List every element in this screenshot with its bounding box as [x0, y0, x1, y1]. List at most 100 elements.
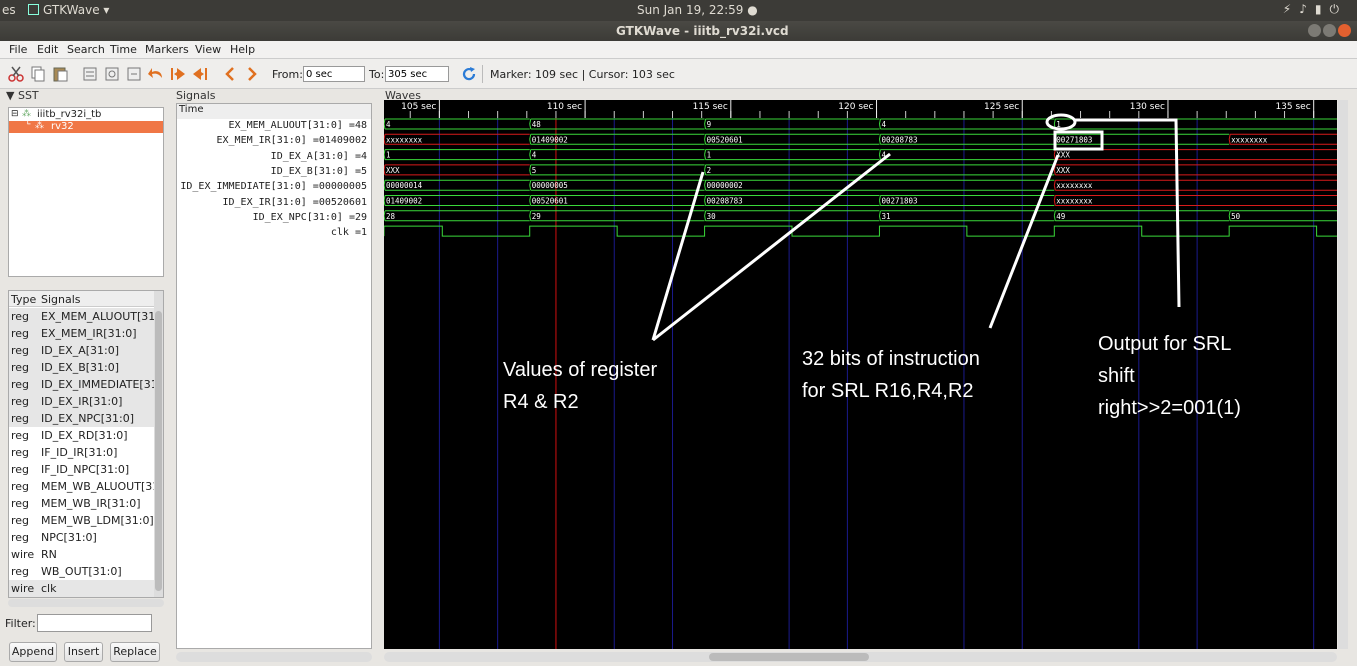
clock[interactable]: Sun Jan 19, 22:59 ●	[637, 3, 758, 17]
signal-list-row[interactable]: wire clk	[9, 580, 155, 597]
sst-header[interactable]: ▼ SST	[6, 89, 39, 102]
signal-list[interactable]: Type Signals reg EX_MEM_ALUOUT[31:0 reg EX_…	[8, 290, 164, 598]
system-tray[interactable]: ⚡♪▮⏻	[1283, 2, 1347, 17]
signal-list-row[interactable]: reg ID_EX_RD[31:0]	[9, 427, 155, 444]
signal-list-row[interactable]: reg EX_MEM_IR[31:0]	[9, 325, 155, 342]
chevron-left-icon[interactable]	[222, 66, 238, 82]
signal-value-row[interactable]: ID_EX_A[31:0] =4	[177, 151, 371, 166]
signal-list-row[interactable]: reg MEM_WB_LDM[31:0]	[9, 512, 155, 529]
time-row: Time	[177, 104, 371, 119]
jump-end-icon[interactable]	[192, 66, 208, 82]
signal-list-row[interactable]: reg WB_OUT[31:0]	[9, 563, 155, 580]
wave-segment	[704, 210, 880, 222]
signal-list-row[interactable]: wire RN	[9, 546, 155, 563]
replace-button[interactable]: Replace	[110, 642, 160, 662]
to-input[interactable]	[385, 66, 449, 82]
paste-icon[interactable]	[52, 66, 68, 82]
menu-help[interactable]: Help	[230, 43, 255, 56]
from-input[interactable]	[303, 66, 365, 82]
signal-list-row[interactable]: reg ID_EX_NPC[31:0]	[9, 410, 155, 427]
menu-search[interactable]: Search	[67, 43, 105, 56]
signal-list-row[interactable]: reg ID_EX_IR[31:0]	[9, 393, 155, 410]
chevron-right-icon[interactable]	[244, 66, 260, 82]
wave-value: xxxxxxxx	[1231, 135, 1268, 144]
to-label: To:	[369, 68, 385, 81]
sst-tree-item[interactable]: ⊟ ⁂ iiitb_rv32i_tb	[9, 109, 163, 121]
minimize-button[interactable]	[1308, 24, 1321, 37]
reload-icon[interactable]	[461, 66, 477, 82]
col-signals-header[interactable]: Signals	[41, 293, 81, 306]
signal-list-scrollbar[interactable]	[154, 291, 163, 597]
module-icon: ⁂	[35, 121, 44, 131]
signal-list-row[interactable]: reg MEM_WB_ALUOUT[31:	[9, 478, 155, 495]
signal-list-row[interactable]: reg ID_EX_B[31:0]	[9, 359, 155, 376]
signal-value-row[interactable]: EX_MEM_IR[31:0] =01409002	[177, 135, 371, 150]
zoom-out-icon[interactable]	[126, 66, 142, 82]
signal-list-row[interactable]: reg MEM_WB_IR[31:0]	[9, 495, 155, 512]
tree-expander-icon[interactable]: ⊟	[11, 109, 19, 119]
wave-value: xxxxxxxx	[1056, 181, 1093, 190]
signal-list-hscroll[interactable]	[8, 599, 164, 607]
wave-value: 9	[707, 120, 712, 129]
signal-list-row[interactable]: reg ID_EX_IMMEDIATE[31:0	[9, 376, 155, 393]
signals-panel[interactable]: Time EX_MEM_ALUOUT[31:0] =48 EX_MEM_IR[31…	[176, 103, 372, 649]
zoom-in-icon[interactable]	[104, 66, 120, 82]
signal-list-row[interactable]: reg NPC[31:0]	[9, 529, 155, 546]
menu-file[interactable]: File	[9, 43, 27, 56]
waves-hscroll[interactable]	[384, 652, 1337, 662]
append-button[interactable]: Append	[9, 642, 57, 662]
undo-zoom-icon[interactable]	[148, 66, 164, 82]
wave-segment	[1053, 118, 1337, 130]
signal-value-row[interactable]: EX_MEM_ALUOUT[31:0] =48	[177, 120, 371, 135]
signal-list-row[interactable]: reg EX_MEM_ALUOUT[31:0	[9, 308, 155, 325]
signal-type: reg	[11, 565, 30, 578]
insert-button[interactable]: Insert	[64, 642, 103, 662]
signal-value-row[interactable]: ID_EX_IMMEDIATE[31:0] =00000005	[177, 181, 371, 196]
sst-tree-item[interactable]: └ ⁂ rv32	[9, 120, 163, 133]
menu-time[interactable]: Time	[110, 43, 137, 56]
signal-value-row[interactable]: ID_EX_B[31:0] =5	[177, 166, 371, 181]
menu-edit[interactable]: Edit	[37, 43, 58, 56]
wave-segment	[384, 118, 530, 130]
close-button[interactable]	[1338, 24, 1351, 37]
filter-input[interactable]	[37, 614, 152, 632]
wave-value: XXX	[1056, 151, 1070, 160]
signal-value-row[interactable]: ID_EX_IR[31:0] =00520601	[177, 197, 371, 212]
activities-label[interactable]: es	[2, 3, 16, 17]
signal-list-header: Type Signals	[9, 291, 155, 307]
signal-list-row[interactable]: reg IF_ID_NPC[31:0]	[9, 461, 155, 478]
app-menu[interactable]: GTKWave ▾	[28, 3, 109, 17]
waves-vscroll[interactable]	[1338, 100, 1348, 649]
annotation-line: Values of register	[503, 359, 658, 381]
wave-segment	[1053, 149, 1337, 161]
signal-value-row[interactable]: clk =1	[177, 227, 371, 242]
wave-segment	[704, 179, 1055, 191]
wave-segment	[384, 164, 530, 176]
zoom-fit-icon[interactable]	[82, 66, 98, 82]
signal-type: reg	[11, 310, 30, 323]
col-type-header[interactable]: Type	[11, 293, 36, 306]
copy-icon[interactable]	[30, 66, 46, 82]
system-top-bar: es GTKWave ▾ Sun Jan 19, 22:59 ● ⚡♪▮⏻	[0, 0, 1357, 21]
cut-icon[interactable]	[8, 66, 24, 82]
menu-markers[interactable]: Markers	[145, 43, 189, 56]
jump-begin-icon[interactable]	[170, 66, 186, 82]
signal-list-row[interactable]: reg ID_EX_A[31:0]	[9, 342, 155, 359]
signal-list-row[interactable]: reg IF_ID_IR[31:0]	[9, 444, 155, 461]
signal-value-row[interactable]: ID_EX_NPC[31:0] =29	[177, 212, 371, 227]
maximize-button[interactable]	[1323, 24, 1336, 37]
window-title-bar: GTKWave - iiitb_rv32i.vcd	[0, 21, 1357, 41]
signals-hscroll[interactable]	[176, 652, 372, 662]
sst-tree[interactable]: ⊟ ⁂ iiitb_rv32i_tb └ ⁂ rv32	[8, 107, 164, 277]
wave-value: 01409002	[386, 197, 422, 206]
wave-value: 48	[532, 120, 542, 129]
toolbar-separator	[482, 65, 483, 83]
wave-value: 28	[386, 212, 396, 221]
wave-value: 01409002	[532, 135, 568, 144]
menu-view[interactable]: View	[195, 43, 221, 56]
wave-value: 29	[532, 212, 541, 221]
volume-icon: ♪	[1299, 2, 1315, 16]
wave-value: 1	[386, 151, 391, 160]
filter-label: Filter:	[5, 617, 36, 630]
ruler-label: 115 sec	[693, 102, 728, 112]
